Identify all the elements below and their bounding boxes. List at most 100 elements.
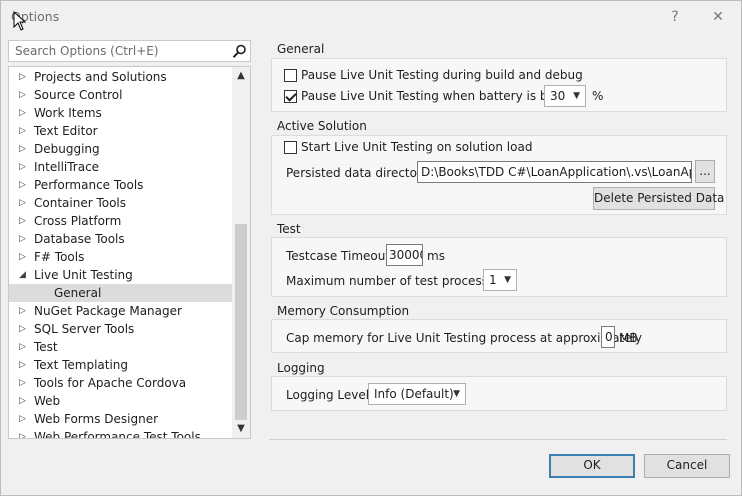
tree-item[interactable]: ▷ Web	[9, 392, 232, 410]
help-button[interactable]: ?	[664, 7, 686, 27]
pause-battery-checkbox[interactable]	[284, 90, 297, 103]
tree-item[interactable]: ▷ Text Editor	[9, 122, 232, 140]
persisted-dir-label: Persisted data directory:	[286, 166, 433, 180]
search-icon[interactable]	[232, 44, 247, 59]
battery-unit: %	[592, 89, 604, 103]
tree-item[interactable]: ▷ Cross Platform	[9, 212, 232, 230]
scroll-up-icon[interactable]: ▲	[232, 67, 250, 85]
tree-item-label: SQL Server Tools	[34, 322, 135, 336]
tree-item-label: F# Tools	[34, 250, 85, 264]
chevron-down-icon: ▼	[504, 275, 511, 285]
tree-item[interactable]: ▷ Web Forms Designer	[9, 410, 232, 428]
general-group	[271, 58, 727, 112]
tree-scrollbar[interactable]: ▲ ▼	[232, 67, 250, 438]
tree-item-label: Database Tools	[34, 232, 125, 246]
general-group-title: General	[277, 42, 325, 56]
options-dialog: Options ? ✕ ▷Projects and Solutions▷Sour…	[0, 0, 742, 496]
timeout-input[interactable]: 30000	[386, 244, 423, 266]
tree-item-label: Source Control	[34, 88, 123, 102]
tree-item[interactable]: ▷ SQL Server Tools	[9, 320, 232, 338]
collapsed-arrow-icon[interactable]: ▷	[19, 68, 31, 86]
collapsed-arrow-icon[interactable]: ▷	[19, 140, 31, 158]
tree-item-label: Debugging	[34, 142, 100, 156]
tree-item-label: General	[54, 286, 102, 300]
search-input[interactable]	[13, 43, 225, 59]
tree-item[interactable]: ▷ Projects and Solutions	[9, 68, 232, 86]
tree-item[interactable]: ▷ Performance Tools	[9, 176, 232, 194]
pause-battery-label: Pause Live Unit Testing when battery is …	[301, 89, 579, 103]
search-box[interactable]	[8, 40, 251, 62]
browse-button[interactable]: ...	[695, 160, 715, 183]
collapsed-arrow-icon[interactable]: ▷	[19, 158, 31, 176]
tree-item[interactable]: ▷ Web Performance Test Tools	[9, 428, 232, 439]
footer-divider	[269, 439, 727, 440]
tree-item-label: Projects and Solutions	[34, 70, 167, 84]
options-tree[interactable]: ▷ Projects and Solutions ▷ Source Control ▷ W…	[8, 66, 251, 439]
max-processes-select[interactable]: 1 ▼	[483, 269, 517, 291]
tree-item[interactable]: ◢ Live Unit Testing	[9, 266, 232, 284]
tree-item[interactable]: ▷ NuGet Package Manager	[9, 302, 232, 320]
cancel-button[interactable]: Cancel	[644, 454, 730, 478]
tree-item[interactable]: ▷ IntelliTrace	[9, 158, 232, 176]
tree-item[interactable]: ▷ Text Templating	[9, 356, 232, 374]
tree-item[interactable]: ▷ Debugging	[9, 140, 232, 158]
tree-item[interactable]: ▷ Tools for Apache Cordova	[9, 374, 232, 392]
tree-item-label: Web Performance Test Tools	[34, 430, 201, 439]
tree-item-label: NuGet Package Manager	[34, 304, 182, 318]
logging-group-title: Logging	[277, 361, 325, 375]
tree-item[interactable]: ▷ Container Tools	[9, 194, 232, 212]
collapsed-arrow-icon[interactable]: ▷	[19, 356, 31, 374]
collapsed-arrow-icon[interactable]: ▷	[19, 104, 31, 122]
memory-cap-unit: MB	[619, 331, 638, 345]
pause-build-label: Pause Live Unit Testing during build and…	[301, 68, 583, 82]
logging-level-label: Logging Level:	[286, 388, 374, 402]
tree-item-label: Web	[34, 394, 61, 408]
tree-item[interactable]: General	[9, 284, 232, 302]
tree-item-label: Test	[34, 340, 58, 354]
tree-item-label: Cross Platform	[34, 214, 122, 228]
tree-item-label: Web Forms Designer	[34, 412, 159, 426]
test-group-title: Test	[277, 222, 301, 236]
expanded-arrow-icon[interactable]: ◢	[19, 266, 31, 284]
close-button[interactable]: ✕	[707, 7, 729, 27]
tree-item[interactable]: ▷ Source Control	[9, 86, 232, 104]
collapsed-arrow-icon[interactable]: ▷	[19, 122, 31, 140]
start-on-load-checkbox[interactable]	[284, 141, 297, 154]
tree-item-label: Work Items	[34, 106, 102, 120]
collapsed-arrow-icon[interactable]: ▷	[19, 410, 31, 428]
tree-item[interactable]: ▷ F# Tools	[9, 248, 232, 266]
timeout-unit: ms	[427, 249, 445, 263]
collapsed-arrow-icon[interactable]: ▷	[19, 86, 31, 104]
logging-level-select[interactable]: Info (Default) ▼	[368, 383, 466, 405]
scroll-thumb[interactable]	[235, 224, 247, 420]
chevron-down-icon: ▼	[453, 389, 460, 399]
collapsed-arrow-icon[interactable]: ▷	[19, 338, 31, 356]
battery-threshold-select[interactable]: 30 ▼	[544, 85, 586, 107]
tree-item-label: Text Templating	[34, 358, 129, 372]
collapsed-arrow-icon[interactable]: ▷	[19, 176, 31, 194]
memory-cap-input[interactable]: 0	[601, 326, 615, 348]
collapsed-arrow-icon[interactable]: ▷	[19, 392, 31, 410]
collapsed-arrow-icon[interactable]: ▷	[19, 194, 31, 212]
ok-button[interactable]: OK	[549, 454, 635, 478]
scroll-down-icon[interactable]: ▼	[232, 420, 250, 438]
pause-build-checkbox[interactable]	[284, 69, 297, 82]
collapsed-arrow-icon[interactable]: ▷	[19, 428, 31, 438]
collapsed-arrow-icon[interactable]: ▷	[19, 248, 31, 266]
collapsed-arrow-icon[interactable]: ▷	[19, 212, 31, 230]
collapsed-arrow-icon[interactable]: ▷	[19, 374, 31, 392]
collapsed-arrow-icon[interactable]: ▷	[19, 320, 31, 338]
tree-item[interactable]: ▷ Work Items	[9, 104, 232, 122]
max-processes-label: Maximum number of test processes:	[286, 274, 506, 288]
tree-item-label: Container Tools	[34, 196, 127, 210]
tree-item-label: Tools for Apache Cordova	[34, 376, 187, 390]
persisted-dir-input[interactable]: D:\Books\TDD C#\LoanApplication\.vs\Loan…	[417, 161, 692, 183]
title-bar: Options ? ✕	[1, 1, 741, 33]
delete-persisted-data-button[interactable]: Delete Persisted Data	[593, 187, 724, 210]
tree-item[interactable]: ▷ Test	[9, 338, 232, 356]
collapsed-arrow-icon[interactable]: ▷	[19, 302, 31, 320]
tree-item[interactable]: ▷ Database Tools	[9, 230, 232, 248]
tree-item-label: Live Unit Testing	[34, 268, 133, 282]
active-solution-group-title: Active Solution	[277, 119, 367, 133]
collapsed-arrow-icon[interactable]: ▷	[19, 230, 31, 248]
